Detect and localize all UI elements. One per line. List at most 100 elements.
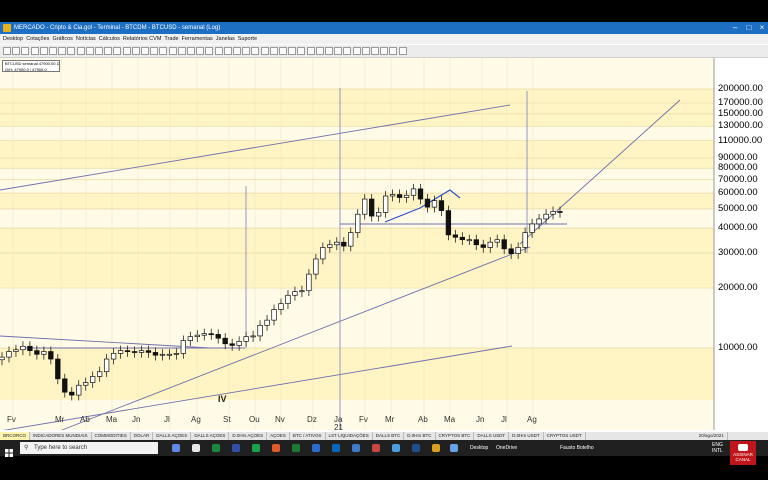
spotify-icon[interactable]	[252, 444, 260, 452]
taskbar-app-user[interactable]: Fausto Botelho	[560, 445, 594, 451]
toolbar-button-32[interactable]	[297, 47, 306, 55]
bottom-tab-7[interactable]: AÇOES	[267, 432, 290, 440]
edge-icon[interactable]	[392, 444, 400, 452]
month-label: Jn	[132, 415, 141, 424]
explorer-icon[interactable]	[192, 444, 200, 452]
chrome-icon[interactable]	[212, 444, 220, 452]
toolbar-button-7[interactable]	[67, 47, 76, 55]
toolbar-button-27[interactable]	[251, 47, 260, 55]
minimize-button[interactable]: –	[728, 22, 742, 34]
toolbar-button-39[interactable]	[361, 47, 370, 55]
toolbar-button-1[interactable]	[12, 47, 21, 55]
toolbar-button-28[interactable]	[260, 47, 269, 55]
terminal-icon[interactable]	[412, 444, 420, 452]
taskbar-app-desktop[interactable]: Desktop	[470, 445, 488, 451]
toolbar-button-35[interactable]	[325, 47, 333, 55]
toolbar-button-22[interactable]	[205, 47, 214, 55]
bottom-tab-12[interactable]: CRYPTOS BTC	[436, 432, 475, 440]
bottom-tab-5[interactable]: DALLS AÇOES	[191, 432, 230, 440]
toolbar-button-14[interactable]	[131, 47, 140, 55]
menu-item-0[interactable]: Desktop	[3, 34, 23, 44]
bottom-tab-10[interactable]: DALLS BTC	[373, 432, 405, 440]
taskbar-app-onedrive[interactable]: OneDrive	[496, 445, 517, 451]
settings-icon[interactable]	[232, 444, 240, 452]
subscribe-badge[interactable]: ASSINAR CANAL	[730, 441, 756, 465]
toolbar-button-3[interactable]	[30, 47, 39, 55]
menu-item-1[interactable]: Cotações	[26, 34, 49, 44]
toolbar-button-33[interactable]	[306, 47, 315, 55]
bottom-tab-2[interactable]: COMMODITIES	[92, 432, 131, 440]
toolbar-button-19[interactable]	[177, 47, 186, 55]
menu-item-9[interactable]: Suporte	[238, 34, 257, 44]
toolbar-button-24[interactable]	[223, 47, 232, 55]
toolbar-button-13[interactable]	[122, 47, 131, 55]
toolbar-button-20[interactable]	[187, 47, 195, 55]
maximize-button[interactable]: □	[742, 22, 756, 34]
toolbar-button-43[interactable]	[398, 47, 407, 55]
task-view-icon[interactable]	[172, 444, 180, 452]
menu-item-3[interactable]: Notícias	[76, 34, 96, 44]
bottom-tab-13[interactable]: DALLS USDT	[474, 432, 510, 440]
price-chart[interactable]: BTCUSD semanal 47900.00 D O/H: 47900.0 /…	[0, 58, 768, 432]
chrome-icon-2[interactable]	[432, 444, 440, 452]
toolbar-button-36[interactable]	[334, 47, 343, 55]
bottom-tab-14[interactable]: D.0Hrs USDT	[509, 432, 544, 440]
bottom-tab-1[interactable]: INDICADORES MUNDIAIS	[30, 432, 92, 440]
month-label: Jn	[476, 415, 485, 424]
toolbar-button-8[interactable]	[76, 47, 85, 55]
powerpoint-icon[interactable]	[372, 444, 380, 452]
toolbar-button-11[interactable]	[104, 47, 113, 55]
taskbar-search-box[interactable]: ⚲ Type here to search	[20, 442, 158, 454]
toolbar-button-29[interactable]	[269, 47, 278, 55]
toolbar-button-16[interactable]	[150, 47, 159, 55]
toolbar-button-31[interactable]	[288, 47, 297, 55]
toolbar-button-30[interactable]	[279, 47, 287, 55]
toolbar-button-21[interactable]	[196, 47, 205, 55]
toolbar-button-0[interactable]	[3, 47, 11, 55]
bottom-tab-4[interactable]: DALLS AÇOES	[153, 432, 192, 440]
chart-canvas[interactable]	[0, 58, 768, 430]
toolbar-button-41[interactable]	[380, 47, 389, 55]
browser-icon[interactable]	[450, 444, 458, 452]
toolbar-button-6[interactable]	[58, 47, 67, 55]
menu-item-6[interactable]: Trade	[164, 34, 178, 44]
toolbar-button-38[interactable]	[352, 47, 361, 55]
windows-start-icon[interactable]	[5, 444, 13, 457]
toolbar-button-2[interactable]	[21, 47, 30, 55]
menu-item-4[interactable]: Cálculos	[99, 34, 120, 44]
menu-item-2[interactable]: Gráficos	[52, 34, 72, 44]
candle-body	[536, 218, 542, 225]
toolbar-button-26[interactable]	[242, 47, 251, 55]
bottom-tab-9[interactable]: LST LIQUIDAÇÕES	[326, 432, 373, 440]
toolbar-button-34[interactable]	[315, 47, 324, 55]
toolbar-button-4[interactable]	[39, 47, 48, 55]
toolbar-button-42[interactable]	[389, 47, 398, 55]
bottom-tab-11[interactable]: D.0Hrs BTC	[404, 432, 436, 440]
bottom-tab-0[interactable]: BRCORCO	[0, 432, 31, 440]
tray-region[interactable]: INTL	[712, 448, 723, 454]
toolbar-button-23[interactable]	[214, 47, 223, 55]
toolbar-button-9[interactable]	[85, 47, 94, 55]
bottom-tab-8[interactable]: BTC / ATIVOS	[290, 432, 326, 440]
bottom-tab-3[interactable]: DOLAR	[131, 432, 154, 440]
app-icon-generic[interactable]	[352, 444, 360, 452]
bottom-tab-6[interactable]: D.0Hrs AÇOES	[229, 432, 268, 440]
excel-icon[interactable]	[292, 444, 300, 452]
firefox-icon[interactable]	[272, 444, 280, 452]
toolbar-button-5[interactable]	[49, 47, 57, 55]
bottom-tab-15[interactable]: CRYPTOS USDT	[544, 432, 586, 440]
toolbar-button-25[interactable]	[233, 47, 241, 55]
toolbar-button-10[interactable]	[95, 47, 103, 55]
toolbar-button-37[interactable]	[343, 47, 352, 55]
menu-item-8[interactable]: Janelas	[216, 34, 235, 44]
outlook-icon[interactable]	[332, 444, 340, 452]
toolbar-button-18[interactable]	[168, 47, 177, 55]
toolbar-button-15[interactable]	[141, 47, 149, 55]
close-button[interactable]: ×	[755, 22, 768, 34]
menu-item-7[interactable]: Ferramentas	[182, 34, 213, 44]
word-icon[interactable]	[312, 444, 320, 452]
menu-item-5[interactable]: Relatórios CVM	[123, 34, 162, 44]
toolbar-button-12[interactable]	[113, 47, 122, 55]
toolbar-button-40[interactable]	[371, 47, 379, 55]
toolbar-button-17[interactable]	[159, 47, 168, 55]
